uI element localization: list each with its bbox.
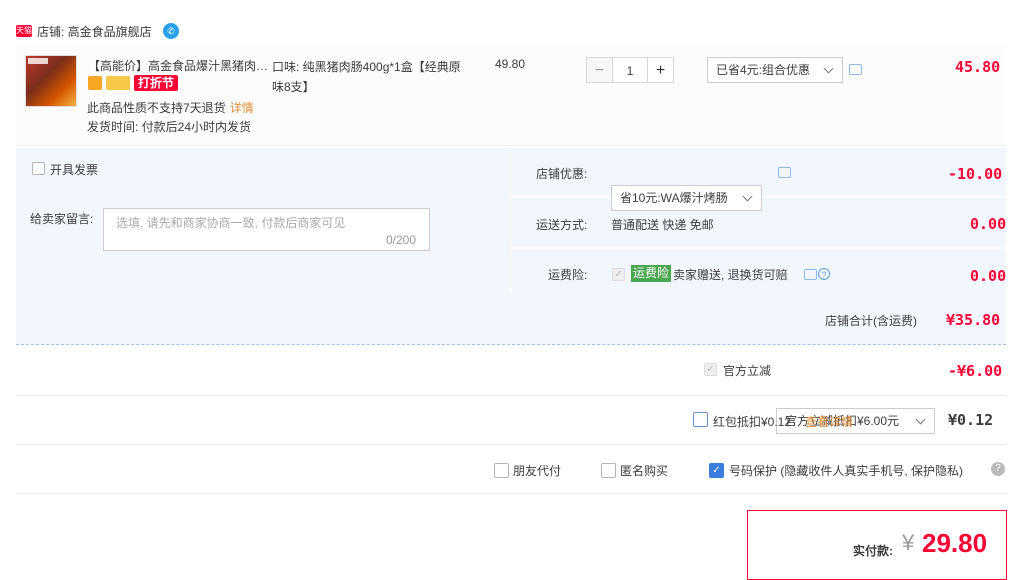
anonymous-checkbox[interactable] [601,463,616,478]
official-discount-label: 官方立减 [723,364,772,378]
tmall-badge: 天猫 [16,25,32,37]
product-flavor: 口味: 纯黑猪肉肠400g*1盒【经典原味8支】 [272,60,461,94]
redpacket-label: 红包抵扣¥0.12 [713,415,792,429]
shipping-label: 运送方式: [536,218,588,232]
official-discount-checkbox: ✓ [704,363,717,376]
panel-divider [510,148,511,293]
shop-discount-select[interactable]: 省10元:WA爆汁烤肠 [611,185,762,211]
shipping-amount: 0.00 [970,215,1007,233]
item-promo-select[interactable]: 已省4元:组合优惠 [707,57,843,83]
item-subtotal: 45.80 [955,58,1001,76]
return-policy-note: 此商品性质不支持7天退货 详情 [87,99,254,116]
product-title[interactable]: 【高能价】高金食品爆汁黑猪肉… [88,57,268,74]
shop-discount-label: 店铺优惠: [536,167,588,181]
message-placeholder: 选填, 请先和商家协商一致, 付款后商家可见 [116,216,346,230]
delivery-time: 发货时间: 付款后24小时内发货 [87,120,252,134]
shop-discount-value: 省10元:WA爆汁烤肠 [620,191,728,205]
divider [16,493,1006,494]
chat-icon[interactable] [804,269,817,280]
redpacket-detail-link[interactable]: 查看详情 [805,413,853,430]
shop-total-amount: ¥35.80 [946,311,1001,329]
anonymous-label: 匿名购买 [620,464,669,478]
invoice-checkbox[interactable] [32,162,45,175]
return-policy-text: 此商品性质不支持7天退货 [87,101,226,115]
friend-pay-checkbox[interactable] [494,463,509,478]
qty-plus-button[interactable]: + [647,57,674,83]
help-icon[interactable]: ? [818,268,830,280]
insurance-tag: 运费险 [631,265,672,282]
service-badge-icon [88,76,102,90]
unit-price: 49.80 [495,57,526,71]
item-promo-value: 已省4元:组合优惠 [716,63,811,77]
festival-tag: 打折节 [134,75,179,91]
shop-total-label: 店铺合计(含运费) [825,314,917,328]
message-counter: 0/200 [386,233,417,247]
redpacket-checkbox[interactable] [693,412,708,427]
pay-amount: 29.80 [922,528,988,558]
qty-minus-button[interactable]: − [586,57,613,83]
phone-protect-checkbox[interactable]: ✓ [709,463,724,478]
row-divider [511,247,1006,249]
shop-discount-amount: -10.00 [948,165,1003,183]
product-thumbnail[interactable] [25,55,77,107]
insurance-label: 运费险: [548,268,588,282]
invoice-label: 开具发票 [50,163,99,177]
pay-label: 实付款: [853,544,893,558]
official-discount-select[interactable]: 官方立减抵扣¥6.00元 [776,408,935,434]
chat-icon[interactable] [849,64,862,75]
insurance-checkbox: ✓ [612,268,625,281]
card-badge-icon [106,76,130,90]
ww-chat-icon[interactable]: ✆ [163,23,179,39]
insurance-desc: 卖家赠送, 退换货可赔 [673,268,788,282]
detail-link[interactable]: 详情 [230,101,254,115]
message-label: 给卖家留言: [30,212,94,226]
shop-name[interactable]: 店铺: 高金食品旗舰店 [37,23,152,40]
qty-input[interactable]: 1 [613,57,647,83]
divider [16,395,1006,396]
friend-pay-label: 朋友代付 [513,464,562,478]
quantity-stepper: − 1 + [586,57,674,83]
divider [16,444,1006,445]
chat-icon[interactable] [778,167,791,178]
help-icon[interactable]: ? [991,462,1005,476]
phone-protect-label: 号码保护 (隐藏收件人真实手机号, 保护隐私) [729,464,963,478]
redpacket-amount: ¥0.12 [948,411,994,429]
official-discount-amount: -¥6.00 [948,362,1003,380]
insurance-amount: 0.00 [970,267,1007,285]
shipping-value: 普通配送 快递 免邮 [611,218,714,232]
pay-currency: ¥ [902,530,915,555]
